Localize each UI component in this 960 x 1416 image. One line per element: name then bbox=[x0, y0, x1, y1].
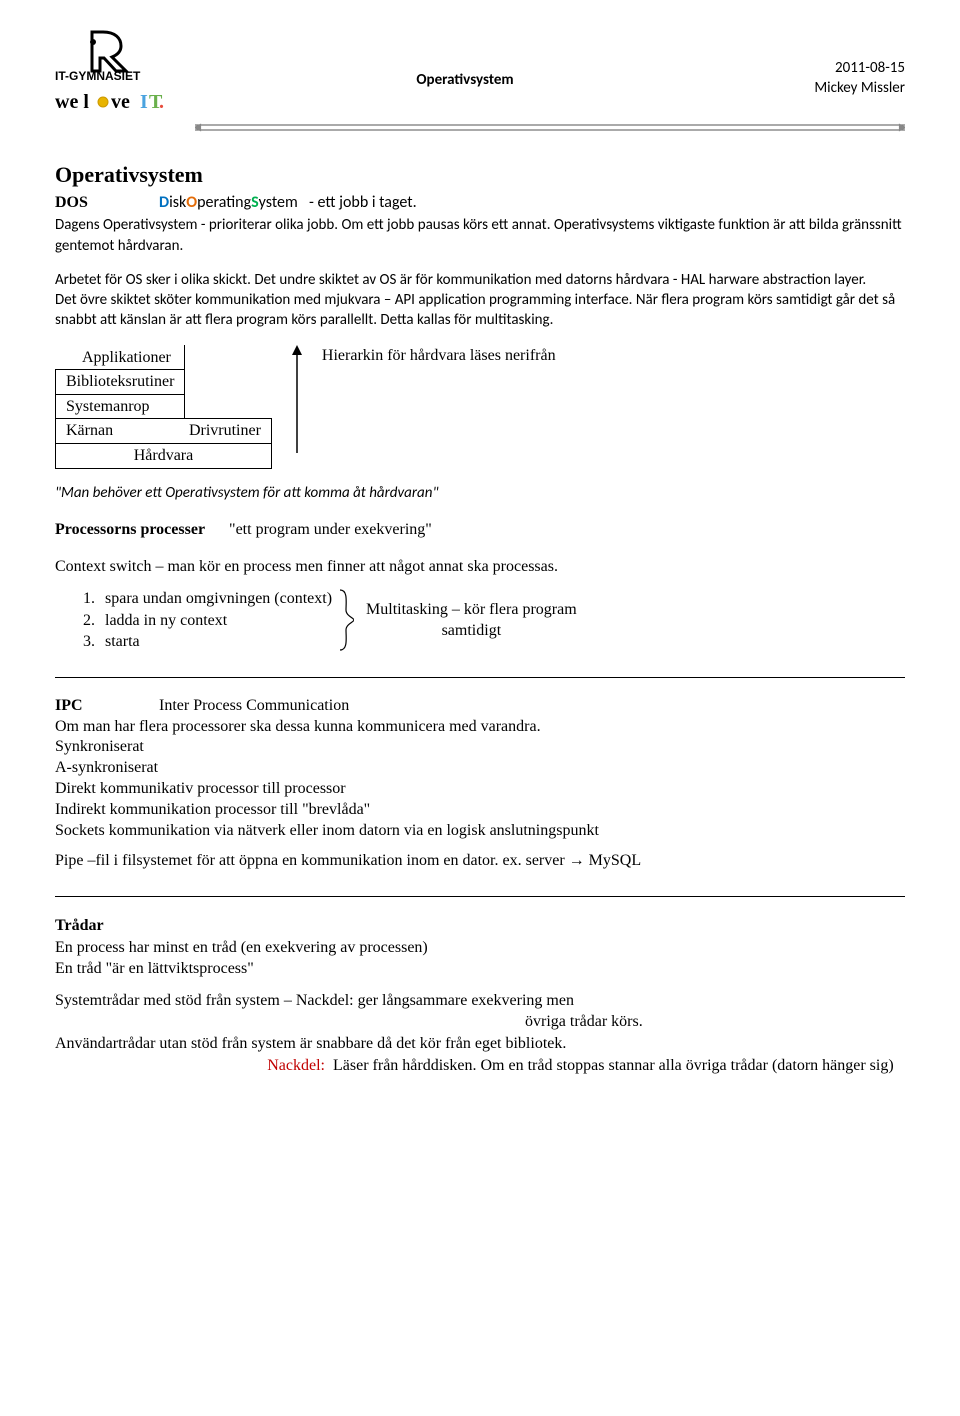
threads-heading: Trådar bbox=[55, 915, 905, 937]
hier-hardvara: Hårdvara bbox=[56, 443, 272, 468]
ipc-expansion: Inter Process Communication bbox=[159, 697, 349, 714]
header-date: 2011-08-15 bbox=[735, 58, 905, 78]
logo-icon: IT-GYMNASIET we l ve I T . bbox=[55, 30, 175, 120]
dos-letter-d: D bbox=[159, 193, 169, 212]
header-title: Operativsystem bbox=[195, 30, 735, 90]
dos-letter-o: O bbox=[186, 193, 197, 212]
step1-num: 1. bbox=[83, 588, 101, 610]
multitask-note: Multitasking – kör flera program samtidi… bbox=[366, 599, 577, 642]
hierarchy-caption: Hierarkin för hårdvara läses nerifrån bbox=[322, 345, 556, 367]
threads-nackdel: Nackdel: Läser från hårddisken. Om en tr… bbox=[55, 1055, 905, 1077]
school-logo: IT-GYMNASIET we l ve I T . bbox=[55, 30, 195, 120]
hierarchy-table: Applikationer Biblioteksrutiner Systeman… bbox=[55, 345, 272, 469]
svg-text:IT-GYMNASIET: IT-GYMNASIET bbox=[55, 69, 141, 83]
step2-text: ladda in ny context bbox=[105, 612, 227, 629]
hier-systemanrop: Systemanrop bbox=[56, 394, 185, 419]
ipc-line-3: A-synkroniserat bbox=[55, 758, 905, 779]
threads-user: Användartrådar utan stöd från system är … bbox=[55, 1033, 905, 1055]
dos-mid3: ystem bbox=[259, 193, 298, 212]
nackdel-body: Läser från hårddisken. Om en tråd stoppa… bbox=[333, 1055, 905, 1077]
dos-mid1: isk bbox=[169, 193, 186, 212]
step3-text: starta bbox=[105, 633, 140, 650]
hierarchy-block: Applikationer Biblioteksrutiner Systeman… bbox=[55, 345, 905, 469]
svg-text:we l: we l bbox=[55, 91, 89, 113]
intro-para-2a: Arbetet för OS sker i olika skickt. Det … bbox=[55, 270, 905, 290]
step1-text: spara undan omgivningen (context) bbox=[105, 590, 332, 607]
ipc-line-1: Om man har flera processorer ska dessa k… bbox=[55, 717, 905, 738]
dos-mid2: perating bbox=[197, 193, 251, 212]
ipc-line-4: Direkt kommunikativ processor till proce… bbox=[55, 779, 905, 800]
header-author: Mickey Missler bbox=[735, 78, 905, 98]
step-2: 2. ladda in ny context bbox=[83, 610, 332, 632]
hierarchy-arrow bbox=[272, 345, 322, 455]
dos-definition: DOS DiskOperatingSystem - ett jobb i tag… bbox=[55, 192, 905, 214]
nackdel-label: Nackdel: bbox=[55, 1055, 333, 1077]
step2-num: 2. bbox=[83, 610, 101, 632]
threads-line2: En tråd "är en lättviktsprocess" bbox=[55, 958, 905, 980]
section-divider-1 bbox=[55, 677, 905, 678]
header-meta: 2011-08-15 Mickey Missler bbox=[735, 30, 905, 99]
multitask-line1: Multitasking – kör flera program bbox=[366, 599, 577, 621]
ipc-term: IPC bbox=[55, 696, 155, 717]
ipc-pipe: Pipe –fil i filsystemet för att öppna en… bbox=[55, 851, 905, 872]
proc-heading: Processorns processer bbox=[55, 521, 205, 538]
threads-line1: En process har minst en tråd (en exekver… bbox=[55, 937, 905, 959]
intro-para-1: Dagens Operativsystem - prioriterar olik… bbox=[55, 215, 905, 256]
step-3: 3. starta bbox=[83, 631, 332, 653]
ipc-line-5: Indirekt kommunikation processor till "b… bbox=[55, 800, 905, 821]
context-switch-steps: 1. spara undan omgivningen (context) 2. … bbox=[55, 588, 905, 653]
threads-sys-a: Systemtrådar med stöd från system – Nack… bbox=[55, 990, 905, 1012]
dos-letter-s: S bbox=[251, 193, 259, 212]
step-1: 1. spara undan omgivningen (context) bbox=[83, 588, 332, 610]
dos-tail: - ett jobb i taget. bbox=[309, 193, 417, 212]
hier-drivrutiner: Drivrutiner bbox=[185, 419, 271, 444]
hier-biblioteksrutiner: Biblioteksrutiner bbox=[56, 370, 185, 395]
intro-para-2b: Det övre skiktet sköter kommunikation me… bbox=[55, 290, 905, 331]
hier-applikationer: Applikationer bbox=[56, 345, 185, 370]
svg-text:ve: ve bbox=[111, 91, 130, 113]
os-quote: "Man behöver ett Operativsystem för att … bbox=[55, 483, 905, 503]
dos-term: DOS bbox=[55, 192, 155, 214]
proc-heading-line: Processorns processer "ett program under… bbox=[55, 519, 905, 541]
svg-text:.: . bbox=[159, 91, 164, 113]
section-divider-2 bbox=[55, 896, 905, 897]
svg-text:I: I bbox=[140, 91, 148, 113]
threads-section: Trådar En process har minst en tråd (en … bbox=[55, 915, 905, 1076]
ipc-line-6: Sockets kommunikation via nätverk eller … bbox=[55, 821, 905, 842]
curly-brace-icon bbox=[332, 588, 366, 652]
steps-list: 1. spara undan omgivningen (context) 2. … bbox=[55, 588, 332, 653]
ipc-section: IPC Inter Process Communication Om man h… bbox=[55, 696, 905, 872]
context-switch-para: Context switch – man kör en process men … bbox=[55, 556, 905, 578]
proc-subdesc: "ett program under exekvering" bbox=[229, 521, 432, 538]
hier-karnan: Kärnan bbox=[56, 419, 185, 444]
page-header: IT-GYMNASIET we l ve I T . Operativsyste… bbox=[55, 30, 905, 120]
step3-num: 3. bbox=[83, 631, 101, 653]
threads-sys-b: övriga trådar körs. bbox=[55, 1011, 905, 1033]
divider-ornament bbox=[195, 122, 905, 130]
page-title: Operativsystem bbox=[55, 160, 905, 190]
ipc-line-2: Synkroniserat bbox=[55, 737, 905, 758]
multitask-line2: samtidigt bbox=[366, 620, 577, 642]
